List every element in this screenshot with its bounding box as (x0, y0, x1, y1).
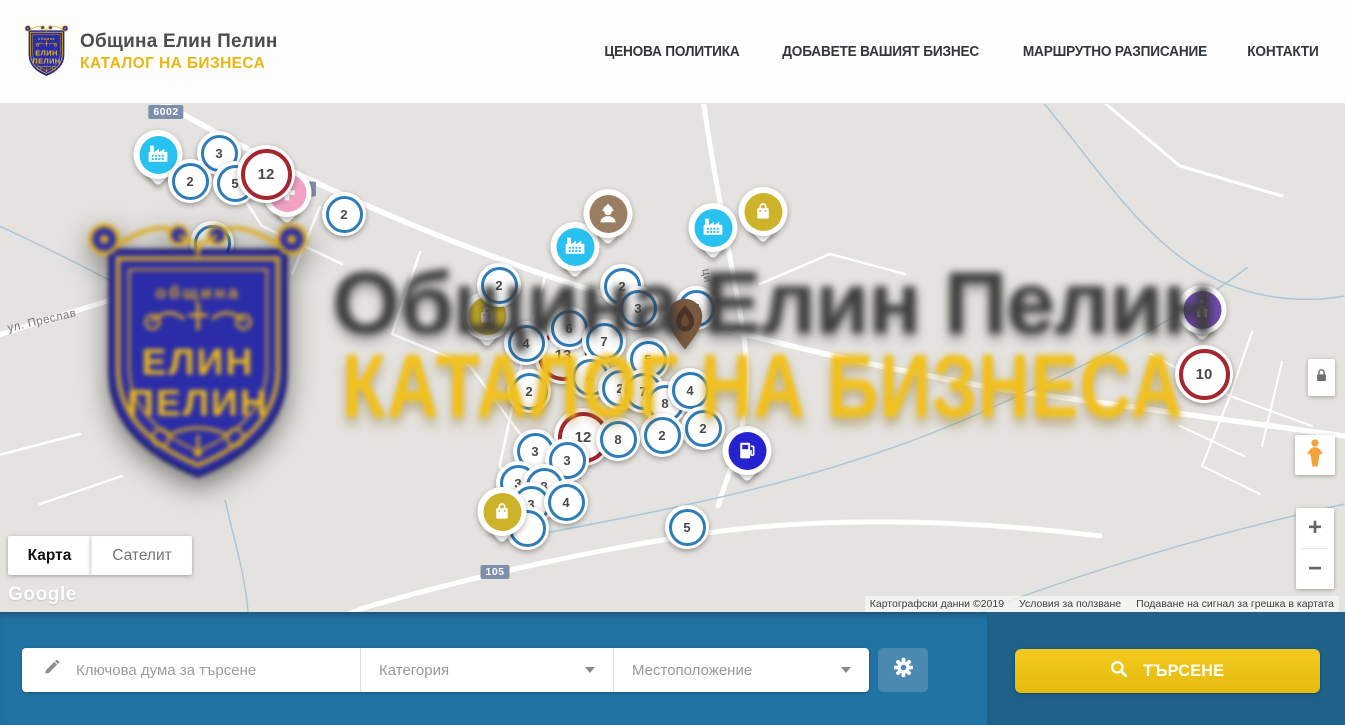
search-button[interactable]: ТЪРСЕНЕ (1015, 649, 1320, 693)
search-fields: Категория Местоположение (22, 648, 869, 692)
header: Община Елин Пелин КАТАЛОГ НА БИЗНЕСА ЦЕН… (0, 0, 1345, 104)
chevron-down-icon (841, 667, 851, 673)
nav-item-contacts[interactable]: КОНТАКТИ (1247, 44, 1318, 60)
bag-marker[interactable] (738, 187, 788, 253)
cluster-marker[interactable]: 2 (322, 192, 366, 236)
cluster-marker[interactable]: 2 (681, 406, 725, 450)
street-view-pegman-button[interactable] (1295, 435, 1335, 475)
report-error-link[interactable]: Подаване на сигнал за грешка в картата (1136, 598, 1334, 610)
cluster-marker[interactable]: 4 (544, 480, 588, 524)
municipality-emblem-icon (24, 23, 69, 80)
search-button-label: ТЪРСЕНЕ (1143, 661, 1224, 681)
page: община ЕЛИН ПЕЛИН Община Елин (0, 0, 1345, 725)
brand-title: Община Елин Пелин (80, 30, 278, 54)
flame-marker[interactable] (663, 296, 707, 357)
terms-link[interactable]: Условия за ползване (1019, 598, 1121, 610)
search-icon (1109, 659, 1129, 684)
zoom-in-button[interactable]: + (1296, 508, 1334, 548)
google-logo[interactable]: Google (8, 584, 77, 606)
category-label: Категория (379, 662, 449, 679)
cluster-marker[interactable]: 12 (237, 145, 295, 203)
cluster-marker[interactable]: 2 (168, 159, 212, 203)
map-attribution: Картографски данни ©2019 Условия за полз… (865, 596, 1339, 612)
pencil-icon (42, 658, 61, 682)
google-map[interactable]: 6002105ул. Преславбул. „Новоселци" 32512… (0, 104, 1345, 612)
cluster-marker[interactable]: 10 (1175, 345, 1233, 403)
brand-subtitle: КАТАЛОГ НА БИЗНЕСА (80, 55, 278, 73)
cluster-marker[interactable]: 4 (504, 321, 548, 365)
cluster-marker[interactable]: 8 (596, 417, 640, 461)
location-label: Местоположение (632, 662, 752, 679)
fullscreen-lock-button[interactable] (1308, 359, 1335, 396)
advanced-settings-button[interactable] (878, 648, 928, 692)
zoom-control: + − (1296, 508, 1334, 589)
nav-item-add-business[interactable]: ДОБАВЕТЕ ВАШИЯТ БИЗНЕС (782, 44, 979, 60)
map-view-button[interactable]: Карта (8, 536, 91, 575)
bag-marker[interactable] (477, 487, 527, 553)
cluster-marker[interactable]: 2 (507, 369, 551, 413)
fuel-marker[interactable] (722, 426, 772, 492)
satellite-view-button[interactable]: Сателит (91, 536, 192, 575)
keyword-field (22, 648, 360, 692)
cluster-marker[interactable]: 5 (665, 505, 709, 549)
search-bar: Категория Местоположение ТЪРСЕНЕ (0, 612, 1345, 725)
cluster-marker[interactable] (190, 221, 234, 265)
location-dropdown[interactable]: Местоположение (613, 648, 869, 692)
map-type-control: Карта Сателит (8, 536, 192, 575)
keyword-input[interactable] (74, 661, 313, 680)
attribution-copyright: Картографски данни ©2019 (870, 598, 1004, 610)
cluster-marker[interactable]: 2 (640, 413, 684, 457)
gear-icon (892, 656, 915, 684)
factory-marker[interactable] (688, 203, 738, 269)
nav-item-route-schedule[interactable]: МАРШРУТНО РАЗПИСАНИЕ (1023, 44, 1207, 60)
cluster-marker[interactable]: 2 (477, 263, 521, 307)
worker-marker[interactable] (583, 189, 633, 255)
nav-item-pricing[interactable]: ЦЕНОВА ПОЛИТИКА (604, 44, 739, 60)
brand-logo[interactable]: Община Елин Пелин КАТАЛОГ НА БИЗНЕСА (24, 23, 278, 80)
zoom-out-button[interactable]: − (1296, 549, 1334, 589)
chevron-down-icon (585, 667, 595, 673)
pegman-icon (1302, 438, 1328, 473)
category-dropdown[interactable]: Категория (360, 648, 613, 692)
church-marker[interactable] (1177, 285, 1227, 351)
cluster-marker[interactable]: 3 (616, 286, 660, 330)
markers-layer: 325122223136475542278422128333834510 (0, 104, 1345, 612)
main-nav: ЦЕНОВА ПОЛИТИКА ДОБАВЕТЕ ВАШИЯТ БИЗНЕС М… (600, 0, 1321, 103)
lock-icon (1312, 365, 1331, 391)
